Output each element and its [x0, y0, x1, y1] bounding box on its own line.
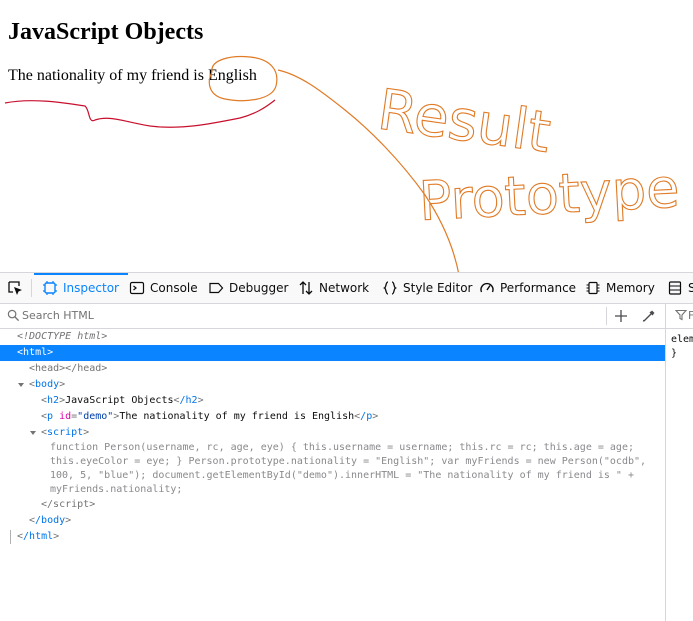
tab-network-label: Network: [319, 281, 370, 295]
tab-inspector-label: Inspector: [63, 281, 119, 295]
html-close-tag: </html>: [17, 531, 60, 542]
annotation-text-result: Result: [374, 77, 554, 165]
html-open-tag: <html>: [17, 347, 54, 358]
tab-debugger[interactable]: Debugger: [208, 273, 288, 303]
style-editor-icon: [383, 281, 397, 295]
annotation-text-prototype: Prototype: [417, 156, 680, 233]
tab-performance[interactable]: Performance: [479, 273, 576, 303]
h2-element: <h2>JavaScript Objects</h2>: [41, 395, 204, 406]
page-heading: JavaScript Objects: [8, 19, 204, 45]
markup-line-doctype[interactable]: <!DOCTYPE html>: [0, 329, 665, 345]
tab-performance-label: Performance: [500, 281, 577, 295]
tab-console[interactable]: Console: [129, 273, 198, 303]
search-html-bar: [0, 304, 665, 329]
tab-console-label: Console: [150, 281, 198, 295]
markup-line-p[interactable]: <p id="demo">The nationality of my frien…: [0, 409, 665, 425]
head-tags: <head></head>: [29, 363, 108, 374]
tab-style-editor[interactable]: Style Editor: [382, 273, 472, 303]
toolbar-separator: [31, 279, 32, 297]
markup-line-head[interactable]: <head></head>: [0, 361, 665, 377]
storage-icon: [668, 281, 682, 295]
element-rule-close: }: [671, 348, 678, 359]
tab-inspector[interactable]: Inspector: [34, 273, 128, 303]
script-source-text[interactable]: function Person(username, rc, age, eye) …: [50, 441, 655, 497]
eyedropper-icon[interactable]: [641, 308, 657, 324]
expand-twisty-icon[interactable]: [29, 429, 37, 437]
search-icon: [7, 309, 20, 322]
p-element: <p id="demo">The nationality of my frien…: [41, 411, 379, 422]
markup-tree: <!DOCTYPE html> <html> <head></head> <bo…: [0, 329, 665, 621]
tab-memory-label: Memory: [606, 281, 655, 295]
markup-line-h2[interactable]: <h2>JavaScript Objects</h2>: [0, 393, 665, 409]
tab-storage-label: S: [688, 281, 693, 295]
tab-debugger-label: Debugger: [229, 281, 289, 295]
markup-line-script[interactable]: <script>: [0, 425, 665, 441]
script-close-tag: </script>: [41, 499, 96, 510]
devtools-panel: Inspector Console Debugger Network Style…: [0, 272, 693, 621]
tab-memory[interactable]: Memory: [585, 273, 655, 303]
element-picker-icon[interactable]: [7, 280, 23, 296]
element-rule-selector: elem: [671, 334, 693, 345]
body-close-tag: </body>: [29, 515, 72, 526]
markup-line-html-close[interactable]: </html>: [0, 529, 665, 545]
performance-icon: [480, 282, 494, 293]
network-icon: [299, 281, 313, 295]
tree-guide-line: [10, 530, 11, 544]
filter-icon: [675, 309, 687, 321]
tab-storage[interactable]: S: [667, 273, 693, 303]
body-open-tag: <body>: [29, 379, 66, 390]
search-html-input[interactable]: [22, 307, 592, 323]
tab-network[interactable]: Network: [298, 273, 369, 303]
search-separator: [606, 307, 607, 325]
markup-line-script-close[interactable]: </script>: [0, 497, 665, 513]
expand-twisty-icon[interactable]: [17, 381, 25, 389]
tab-style-editor-label: Style Editor: [403, 281, 473, 295]
script-open-tag: <script>: [41, 427, 90, 438]
markup-line-body[interactable]: <body>: [0, 377, 665, 393]
plus-icon[interactable]: [613, 308, 629, 324]
rules-filter-placeholder: F: [688, 309, 693, 322]
rules-filter-bar[interactable]: F: [666, 304, 693, 329]
markup-line-html[interactable]: <html>: [0, 345, 665, 361]
doctype-text: <!DOCTYPE html>: [17, 331, 108, 342]
debugger-icon: [209, 282, 224, 294]
memory-icon: [586, 281, 600, 295]
inspector-icon: [43, 281, 57, 295]
markup-line-body-close[interactable]: </body>: [0, 513, 665, 529]
devtools-toolbar: Inspector Console Debugger Network Style…: [0, 273, 693, 304]
red-underline-stroke: [4, 99, 276, 128]
result-paragraph: The nationality of my friend is English: [8, 67, 257, 84]
console-icon: [129, 281, 145, 295]
rules-sidebar: F elem }: [665, 304, 693, 621]
